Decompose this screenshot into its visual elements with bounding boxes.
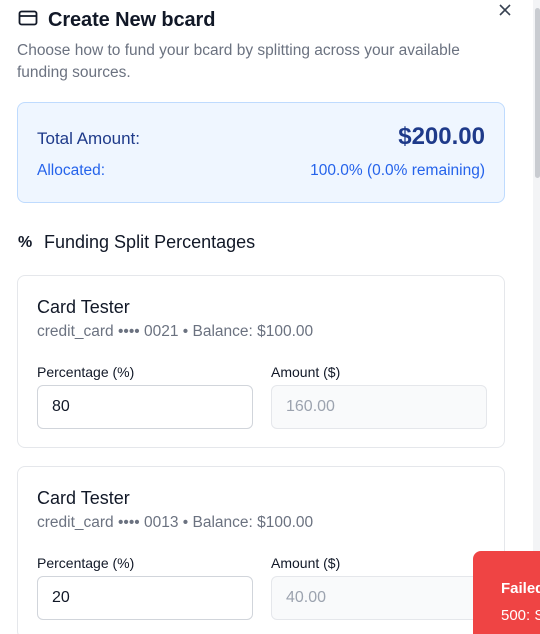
source-meta: credit_card •••• 0013 • Balance: $100.00 (37, 514, 314, 531)
allocated-row: Allocated: 100.0% (0.0% remaining) (37, 162, 485, 180)
close-icon[interactable] (498, 3, 512, 22)
amount-input (271, 385, 487, 429)
scrollbar-thumb[interactable] (535, 8, 540, 178)
total-amount-value: $200.00 (398, 123, 485, 150)
amount-label: Amount ($) (271, 364, 341, 380)
total-row: Total Amount: $200.00 (37, 123, 485, 151)
source-name: Card Tester (37, 488, 130, 508)
dialog-title: Create New bcard (48, 9, 216, 31)
percentage-label: Percentage (%) (37, 364, 135, 380)
percentage-input[interactable] (37, 576, 253, 620)
total-amount-label: Total Amount: (37, 129, 141, 148)
source-name: Card Tester (37, 297, 130, 317)
percentage-input[interactable] (37, 385, 253, 429)
amount-label: Amount ($) (271, 555, 341, 571)
error-toast[interactable]: Failed 500: S (473, 551, 540, 634)
amount-input (271, 576, 487, 620)
create-bcard-dialog: Create New bcard Choose how to fund your… (0, 0, 540, 634)
toast-message: 500: S (501, 607, 540, 624)
funding-split-header: % Funding Split Percentages (18, 232, 255, 253)
allocated-value: 100.0% (0.0% remaining) (310, 162, 485, 179)
allocation-summary: Total Amount: $200.00 Allocated: 100.0% … (17, 102, 505, 203)
close-button[interactable] (495, 2, 515, 22)
dialog-header: Create New bcard (18, 8, 215, 33)
percentage-label: Percentage (%) (37, 555, 135, 571)
section-title: Funding Split Percentages (44, 232, 256, 252)
toast-title: Failed (501, 580, 540, 597)
funding-source-card: Card Tester credit_card •••• 0021 • Bala… (17, 275, 505, 448)
source-meta: credit_card •••• 0021 • Balance: $100.00 (37, 323, 314, 340)
dialog-subtitle: Choose how to fund your bcard by splitti… (17, 42, 460, 81)
funding-source-card: Card Tester credit_card •••• 0013 • Bala… (17, 466, 505, 634)
credit-card-icon (18, 8, 38, 33)
percent-icon: % (18, 233, 33, 251)
allocated-label: Allocated: (37, 162, 106, 179)
